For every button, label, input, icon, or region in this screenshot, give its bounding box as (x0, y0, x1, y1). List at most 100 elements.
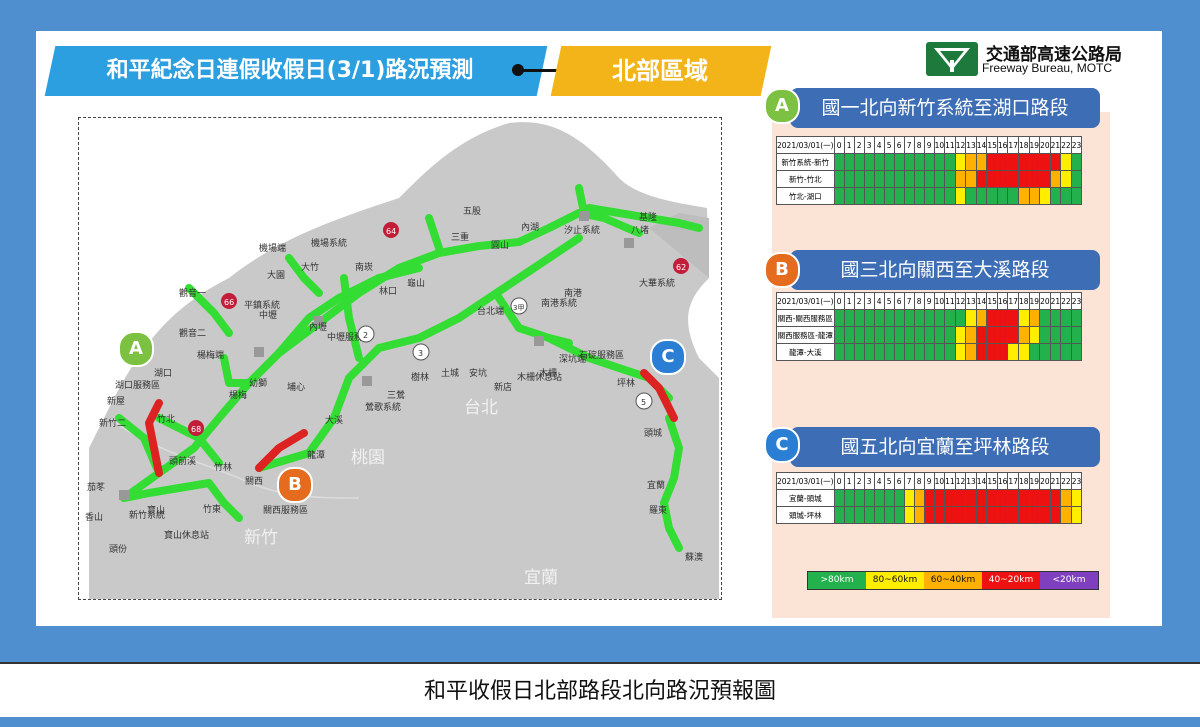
map-canvas: 台北 桃園 新竹 宜蘭 機場端 機場系統 大竹 大園 觀音一 觀音二 楊梅端 湖… (85, 122, 719, 599)
place-label: 大華系統 (639, 277, 675, 289)
hour-header: 7 (903, 292, 915, 310)
place-label: 幼獅 (249, 377, 267, 389)
speed-cell (923, 506, 935, 524)
speed-cell (883, 153, 895, 171)
speed-cell (1007, 187, 1019, 205)
speed-cell (1049, 187, 1062, 205)
hour-header: 3 (863, 136, 875, 154)
segment-label: 關西服務區-龍潭 (776, 326, 835, 344)
speed-cell (965, 170, 977, 188)
place-label: 關西 (245, 476, 263, 487)
map-badge-a: A (118, 331, 154, 367)
speed-cell (933, 153, 946, 171)
place-label: 大竹 (301, 261, 319, 273)
speed-cell (923, 326, 935, 344)
place-label: 圓山 (491, 240, 509, 251)
section-a-title: 國一北向新竹系統至湖口路段 (790, 88, 1100, 128)
hour-header: 5 (883, 472, 895, 490)
speed-cell (833, 170, 845, 188)
speed-cell (1007, 489, 1019, 507)
page-title: 和平紀念日連假收假日(3/1)路況預測 (106, 58, 474, 83)
place-label: 羅東 (649, 504, 667, 516)
place-label: 新竹二 (99, 417, 126, 429)
section-b-badge: B (764, 252, 800, 288)
speed-cell (1039, 326, 1051, 344)
table-row: 頭城-坪林 (776, 506, 1083, 524)
hour-header: 12 (954, 292, 967, 310)
speed-cell (853, 309, 865, 327)
hour-header: 0 (833, 292, 845, 310)
speed-cell (1039, 343, 1051, 361)
place-label: 木柵 (539, 367, 557, 379)
table-date-header: 2021/03/01(一) (776, 136, 835, 154)
speed-cell (853, 153, 865, 171)
hour-header: 13 (965, 292, 977, 310)
hour-header: 9 (923, 292, 935, 310)
place-label: 湖口 (154, 368, 172, 379)
hour-header: 12 (954, 472, 967, 490)
speed-cell (883, 506, 895, 524)
speed-cell (863, 489, 875, 507)
speed-cell (883, 489, 895, 507)
place-label: 鶯歌系統 (365, 401, 401, 413)
speed-cell (944, 489, 956, 507)
speed-cell (863, 343, 875, 361)
speed-cell (903, 309, 915, 327)
hour-header: 22 (1060, 136, 1072, 154)
hour-header: 23 (1070, 136, 1083, 154)
speed-cell (1070, 506, 1083, 524)
interchange-pingzhen (254, 347, 264, 357)
speed-cell (933, 506, 946, 524)
svg-text:2: 2 (363, 331, 368, 340)
speed-cell (1028, 153, 1041, 171)
speed-cell (1028, 187, 1041, 205)
speed-cell (1028, 309, 1041, 327)
segment-label: 竹北-湖口 (776, 187, 835, 205)
section-c-title: 國五北向宜蘭至坪林路段 (790, 427, 1100, 467)
hour-header: 15 (986, 292, 998, 310)
speed-cell (913, 343, 925, 361)
speed-cell (863, 170, 875, 188)
speed-cell (893, 489, 905, 507)
place-label: 湖口服務區 (115, 379, 160, 391)
speed-cell (923, 170, 935, 188)
interchange-nangang (534, 336, 544, 346)
speed-cell (1049, 506, 1062, 524)
route-map: 台北 桃園 新竹 宜蘭 機場端 機場系統 大竹 大園 觀音一 觀音二 楊梅端 湖… (78, 117, 722, 600)
speed-cell (1007, 153, 1019, 171)
area-label-taipei: 台北 (464, 398, 498, 418)
hour-header: 22 (1060, 292, 1072, 310)
hour-header: 13 (965, 136, 977, 154)
speed-cell (1060, 170, 1072, 188)
speed-cell (996, 309, 1009, 327)
speed-cell (893, 170, 905, 188)
speed-cell (913, 326, 925, 344)
speed-cell (954, 326, 967, 344)
hour-header: 3 (863, 292, 875, 310)
speed-cell (903, 343, 915, 361)
speed-cell (893, 506, 905, 524)
speed-cell (1049, 489, 1062, 507)
bottom-bar (0, 717, 1200, 727)
speed-cell (833, 153, 845, 171)
hour-header: 7 (903, 472, 915, 490)
place-label: 觀音二 (179, 327, 206, 339)
hour-header: 6 (893, 136, 905, 154)
speed-cell (843, 309, 855, 327)
freeway-logo-icon (926, 42, 978, 76)
place-label: 觀音一 (179, 287, 206, 299)
hour-header: 8 (913, 136, 925, 154)
hour-header: 10 (933, 136, 946, 154)
speed-cell (893, 326, 905, 344)
speed-cell (944, 326, 956, 344)
speed-cell (903, 489, 915, 507)
figure-caption: 和平收假日北部路段北向路況預報圖 (0, 662, 1200, 719)
section-c-badge: C (764, 427, 800, 463)
section-a-badge: A (764, 88, 800, 124)
place-label: 竹林 (214, 461, 232, 473)
hour-header: 18 (1017, 292, 1030, 310)
speed-cell (965, 489, 977, 507)
section-b-title: 國三北向關西至大溪路段 (790, 250, 1100, 290)
speed-cell (986, 326, 998, 344)
place-label: 樹林 (411, 371, 429, 383)
